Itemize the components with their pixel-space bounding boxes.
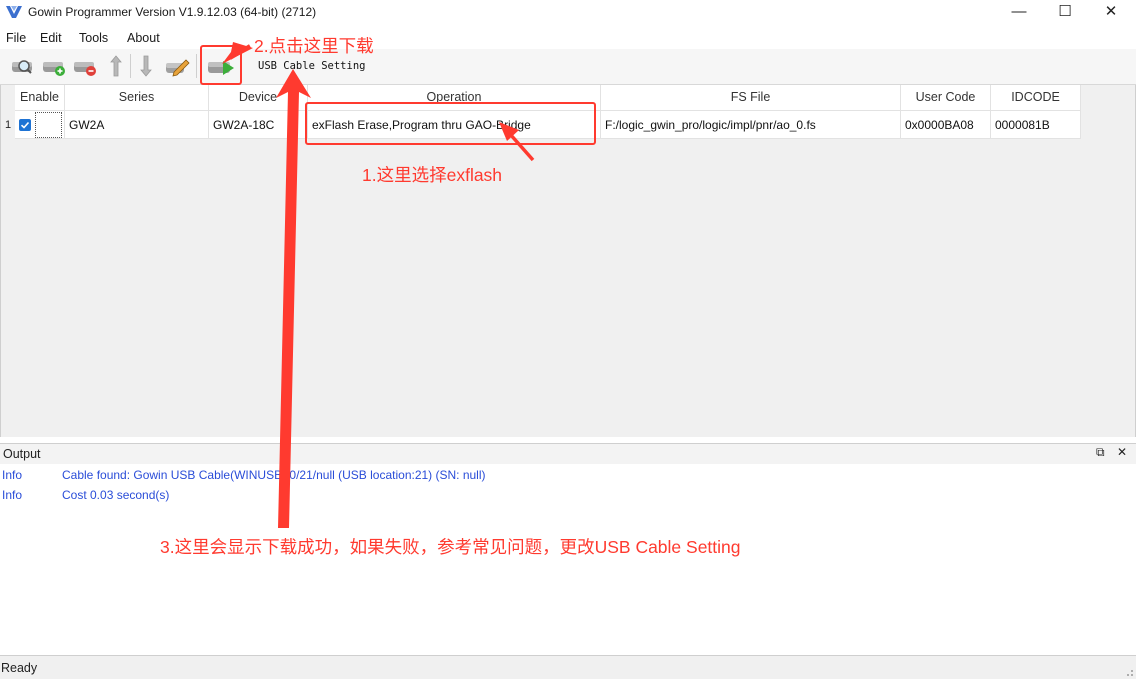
- status-text: Ready: [1, 661, 38, 675]
- enable-checkbox[interactable]: [19, 119, 31, 131]
- close-button[interactable]: ✕: [1088, 0, 1134, 26]
- edit-operation-icon: [166, 59, 190, 77]
- log-message: Cable found: Gowin USB Cable(WINUSB)/0/2…: [62, 468, 486, 482]
- output-panel-header: Output ⧉ ✕: [0, 443, 1136, 465]
- column-header-series[interactable]: Series: [65, 85, 209, 111]
- close-icon: ✕: [1104, 3, 1118, 20]
- scan-device-button[interactable]: [9, 53, 35, 79]
- toolbar: USB Cable Setting: [0, 49, 1136, 85]
- remove-device-icon: [74, 62, 96, 76]
- gowin-logo-icon: [6, 6, 22, 18]
- maximize-button[interactable]: ☐: [1042, 0, 1088, 26]
- status-bar: Ready: [0, 655, 1136, 679]
- menu-tools[interactable]: Tools: [79, 31, 108, 45]
- log-type: Info: [2, 468, 23, 482]
- menu-edit[interactable]: Edit: [40, 31, 62, 45]
- move-down-icon: [140, 55, 152, 77]
- move-down-button[interactable]: [133, 53, 159, 79]
- column-header-fs-file[interactable]: FS File: [601, 85, 901, 111]
- move-up-button[interactable]: [103, 53, 129, 79]
- edit-operation-button[interactable]: [164, 53, 190, 79]
- log-message: Cost 0.03 second(s): [62, 488, 170, 502]
- minimize-button[interactable]: —: [996, 0, 1042, 26]
- move-up-icon: [110, 55, 122, 77]
- annotation-step1: 1.这里选择exflash: [362, 165, 503, 185]
- add-device-button[interactable]: [41, 53, 67, 79]
- maximize-icon: ☐: [1058, 3, 1072, 20]
- fs-file-cell[interactable]: F:/logic_gwin_pro/logic/impl/pnr/ao_0.fs: [601, 111, 901, 139]
- column-header-enable[interactable]: Enable: [15, 85, 65, 111]
- scan-device-icon: [12, 60, 32, 74]
- series-cell[interactable]: GW2A: [65, 111, 209, 139]
- annotation-step2: 2.点击这里下载: [254, 36, 374, 56]
- device-cell[interactable]: GW2A-18C: [209, 111, 308, 139]
- row-number: 1: [1, 111, 15, 139]
- focus-indicator: [35, 112, 62, 138]
- column-header-device[interactable]: Device: [209, 85, 308, 111]
- close-panel-icon[interactable]: ✕: [1117, 445, 1127, 459]
- add-device-icon: [43, 62, 65, 76]
- window-title: Gowin Programmer Version V1.9.12.03 (64-…: [28, 5, 317, 19]
- output-log: Info Cable found: Gowin USB Cable(WINUSB…: [0, 464, 1136, 654]
- menu-file[interactable]: File: [6, 31, 26, 45]
- float-panel-icon[interactable]: ⧉: [1096, 445, 1105, 460]
- check-icon: [20, 121, 30, 129]
- log-type: Info: [2, 488, 23, 502]
- resize-grip-icon[interactable]: [1124, 667, 1134, 677]
- column-header-idcode[interactable]: IDCODE: [991, 85, 1081, 111]
- menu-bar: File Edit Tools About: [0, 28, 1136, 48]
- annotation-box-program: [200, 45, 242, 85]
- output-panel-title: Output: [3, 447, 41, 461]
- usb-cable-setting-button[interactable]: USB Cable Setting: [258, 60, 365, 72]
- menu-about[interactable]: About: [127, 31, 160, 45]
- annotation-step3: 3.这里会显示下载成功，如果失败，参考常见问题，更改USB Cable Sett…: [160, 537, 741, 557]
- toolbar-separator: [196, 54, 197, 78]
- title-bar: Gowin Programmer Version V1.9.12.03 (64-…: [0, 0, 1136, 26]
- annotation-box-operation: [305, 102, 596, 145]
- minimize-icon: —: [1011, 3, 1027, 20]
- toolbar-separator: [130, 54, 131, 78]
- remove-device-button[interactable]: [72, 53, 98, 79]
- user-code-cell[interactable]: 0x0000BA08: [901, 111, 991, 139]
- idcode-cell[interactable]: 0000081B: [991, 111, 1081, 139]
- column-header-user-code[interactable]: User Code: [901, 85, 991, 111]
